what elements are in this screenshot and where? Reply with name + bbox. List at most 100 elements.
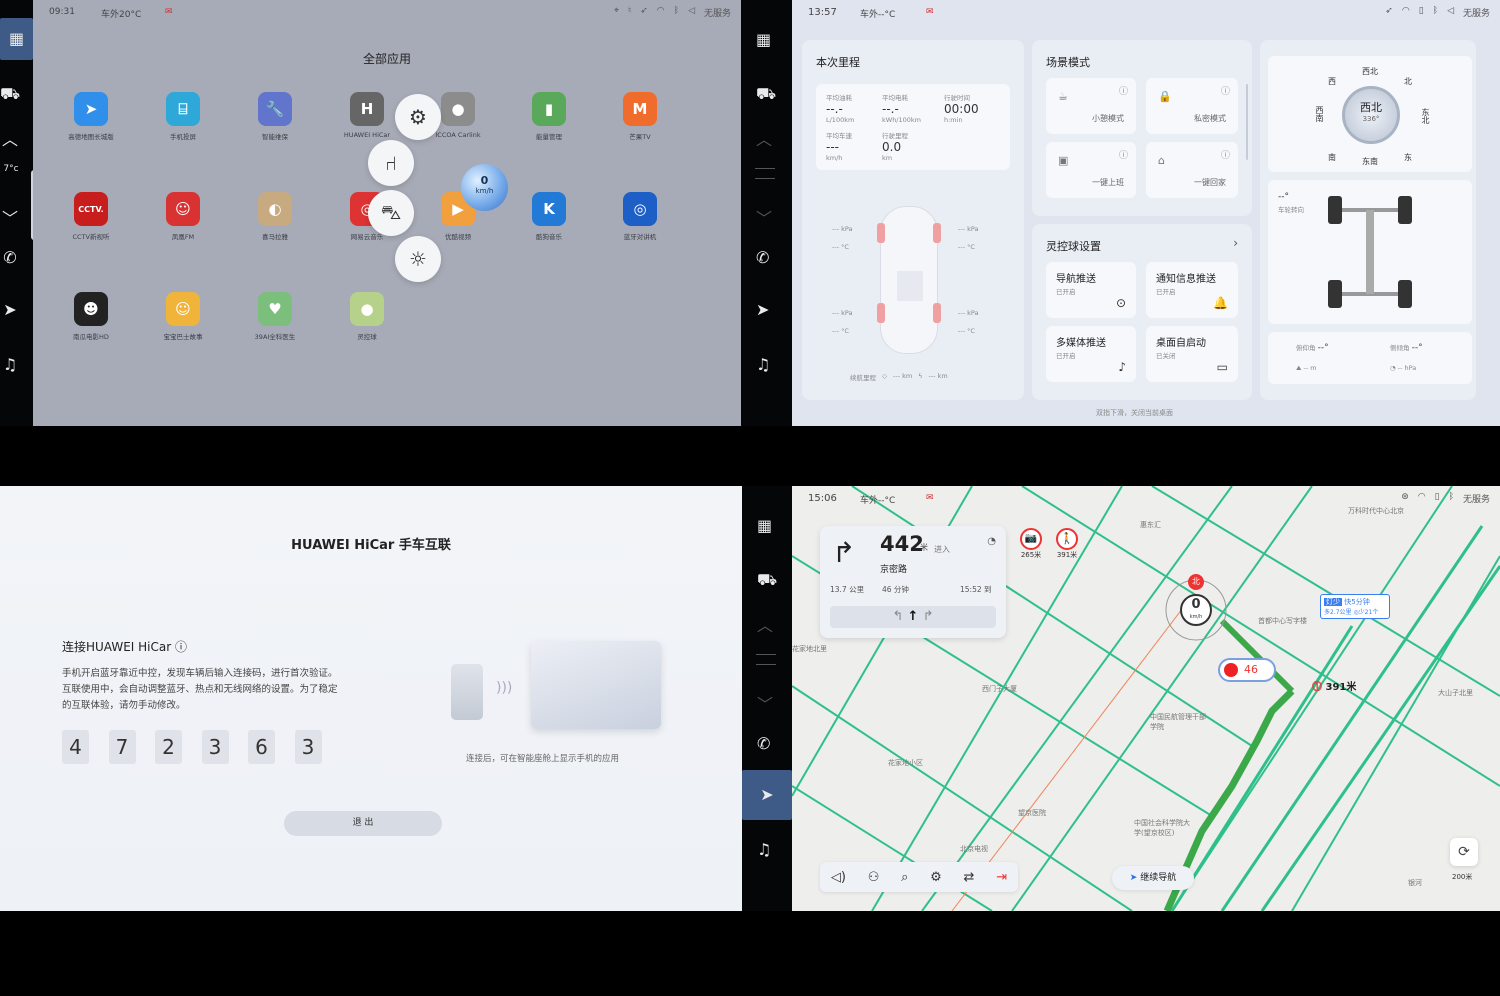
north-indicator[interactable]: 北 (1188, 574, 1204, 590)
service-text: 无服务 (1462, 9, 1490, 19)
settings-fab[interactable]: ⚙ (395, 94, 441, 140)
app-tile[interactable]: ➤ 高德地图长城版 (51, 92, 131, 141)
sun-icon: ☼ (409, 247, 427, 271)
car-icon: ⛍ (380, 199, 402, 224)
map-place-label: 西门子大厦 (982, 685, 1017, 693)
chevron-down-icon[interactable]: ﹀ (0, 205, 20, 229)
car-icon[interactable]: ⛟ (757, 570, 777, 591)
guidance-card[interactable]: ↱ 442 米 进入 ◔ 京密路 13.7 公里 46 分钟 15:52 到 ↰… (820, 526, 1006, 638)
current-speed: 0 km/h (1180, 594, 1212, 626)
scene-nap[interactable]: ☕ ⓘ 小憩模式 (1046, 78, 1136, 134)
app-tile[interactable]: ☺ 凤凰FM (143, 192, 223, 241)
gps-icon: ⌖ (613, 6, 620, 16)
grid-icon[interactable]: ▦ (0, 18, 33, 60)
control-ball-speed: 0 (480, 174, 489, 187)
route-icon[interactable]: ⇄ (964, 870, 975, 885)
car-icon[interactable]: ⛟ (756, 84, 776, 105)
info-icon[interactable]: ⓘ (1221, 148, 1230, 161)
refresh-button[interactable]: ⟳ (1450, 838, 1478, 866)
app-tile[interactable]: CCTV. CCTV新视听 (51, 192, 131, 241)
volume-icon[interactable]: ◁) (831, 870, 846, 885)
app-icon: ☺ (166, 192, 200, 226)
app-tile[interactable]: ☺ 宝宝巴士故事 (143, 292, 223, 341)
info-icon[interactable]: ⓘ (1221, 84, 1230, 97)
map[interactable]: 15:06 车外--°C ✉ ⊛ ◠ ▯ ᛒ 无服务 ↱ 442 米 进入 ◔ 京密路 … (792, 486, 1500, 911)
car-fab[interactable]: ⛍ (368, 190, 414, 236)
chevron-up-icon[interactable]: ︿ (756, 126, 772, 150)
app-tile[interactable]: ⌸ 手机投屏 (143, 92, 223, 141)
app-tile[interactable]: M 芒果TV (600, 92, 680, 141)
app-tile[interactable]: ♥ 39AI全科医生 (235, 292, 315, 341)
ball-setting-item[interactable]: 多媒体推送 已开启 ♪ (1046, 326, 1136, 382)
grid-icon[interactable]: ▦ (757, 516, 772, 535)
app-icon: ⌸ (166, 92, 200, 126)
code-digit: 6 (248, 730, 275, 764)
chevron-down-icon[interactable]: ﹀ (756, 205, 772, 229)
map-place-label: 万科时代中心北京 (1348, 507, 1404, 515)
chevron-up-icon[interactable]: ︿ (757, 612, 773, 636)
compass-dir-ne: 东北 (1421, 108, 1430, 124)
chevron-right-icon[interactable]: › (1233, 236, 1238, 250)
app-tile[interactable]: 🔧 智能维保 (235, 92, 315, 141)
app-tile[interactable]: ◎ 蓝牙对讲机 (600, 192, 680, 241)
settings-icon[interactable]: ⚙ (930, 870, 942, 885)
app-tile[interactable]: ● 灵控球 (327, 292, 407, 341)
chevron-up-icon[interactable]: ︿ (0, 126, 20, 150)
app-tile[interactable]: K 酷狗音乐 (509, 192, 589, 241)
exit-nav-icon[interactable]: ⇥ (996, 870, 1007, 885)
info-icon[interactable]: ⓘ (1119, 84, 1128, 97)
scene-private[interactable]: 🔒 ⓘ 私密模式 (1146, 78, 1238, 134)
code-digit: 3 (294, 730, 322, 764)
exit-button[interactable]: 退 出 (284, 811, 442, 836)
car-icon[interactable]: ⛟ (0, 84, 20, 105)
screen-icon: ▭ (1216, 360, 1228, 374)
scroll-bar[interactable] (1246, 84, 1248, 160)
phone-icon[interactable]: ✆ (0, 248, 20, 267)
pressure-row: ◔ -- hPa (1390, 364, 1417, 372)
signal-waves-icon: ))) (496, 680, 513, 696)
info-icon[interactable]: ⓘ (1119, 148, 1128, 161)
collapse-icon[interactable]: ◔ (987, 536, 996, 547)
ball-setting-item[interactable]: 通知信息推送 已开启 🔔 (1146, 262, 1238, 318)
search-icon[interactable]: ⌕ (901, 870, 908, 885)
app-label: 喜马拉雅 (262, 233, 288, 241)
pedestrian-alert: ⓵ 391米 (1312, 682, 1357, 693)
app-icon: ♥ (258, 292, 292, 326)
scene-work[interactable]: ▣ ⓘ 一键上班 (1046, 142, 1136, 198)
navigation-icon[interactable]: ➤ (0, 300, 20, 319)
app-icon: ● (441, 92, 475, 126)
navigation-icon[interactable]: ➤ (756, 300, 769, 319)
navigation-icon[interactable]: ➤ (742, 770, 792, 820)
seat-fab[interactable]: ⑁ (368, 140, 414, 186)
chevron-down-icon[interactable]: ﹀ (757, 691, 773, 715)
ball-setting-state: 已开启 (1056, 352, 1076, 360)
side-rail-3: ▦ ⛟ ︿ ﹀ ✆ ➤ ♫ (742, 486, 792, 911)
continue-nav-button[interactable]: ➤ 继续导航 (1112, 866, 1194, 890)
phone-icon[interactable]: ✆ (757, 734, 770, 753)
clock: 09:31 (49, 7, 75, 17)
ball-setting-item[interactable]: 导航推送 已开启 ⊙ (1046, 262, 1136, 318)
connect-title: 连接HUAWEI HiCar ⓘ (62, 640, 187, 654)
pedestrian-icon: ⓵ (1312, 682, 1322, 693)
compass-dir-se: 东南 (1362, 157, 1378, 166)
compass-panel: 西北 336° 西北 北 东北 东 东南 南 西南 西 (1268, 56, 1472, 172)
music-icon[interactable]: ♫ (757, 840, 771, 859)
control-ball[interactable]: 0 km/h (461, 164, 508, 211)
grid-icon[interactable]: ▦ (756, 30, 771, 49)
music-icon[interactable]: ♫ (756, 355, 770, 374)
app-label: 凤凰FM (171, 233, 195, 241)
brightness-fab[interactable]: ☼ (395, 236, 441, 282)
music-icon[interactable]: ♫ (0, 355, 20, 374)
app-tile[interactable]: ▮ 能量管理 (509, 92, 589, 141)
code-digit: 4 (62, 730, 89, 764)
app-tile[interactable]: ☻ 南瓜电影HD (51, 292, 131, 341)
alt-route-tag[interactable]: 灯少 快5分钟 多2.7公里 ◎少21个 (1320, 594, 1390, 619)
avg-speed: 平均车速 --- km/h (826, 132, 852, 162)
app-tile[interactable]: ◐ 喜马拉雅 (235, 192, 315, 241)
ball-setting-item[interactable]: 桌面自启动 已关闭 ▭ (1146, 326, 1238, 382)
phone-icon[interactable]: ✆ (756, 248, 769, 267)
wifi-icon: ◠ (1401, 6, 1410, 16)
scene-home[interactable]: ⌂ ⓘ 一键回家 (1146, 142, 1238, 198)
team-icon[interactable]: ⚇ (868, 870, 880, 885)
code-digit: 3 (201, 730, 229, 764)
